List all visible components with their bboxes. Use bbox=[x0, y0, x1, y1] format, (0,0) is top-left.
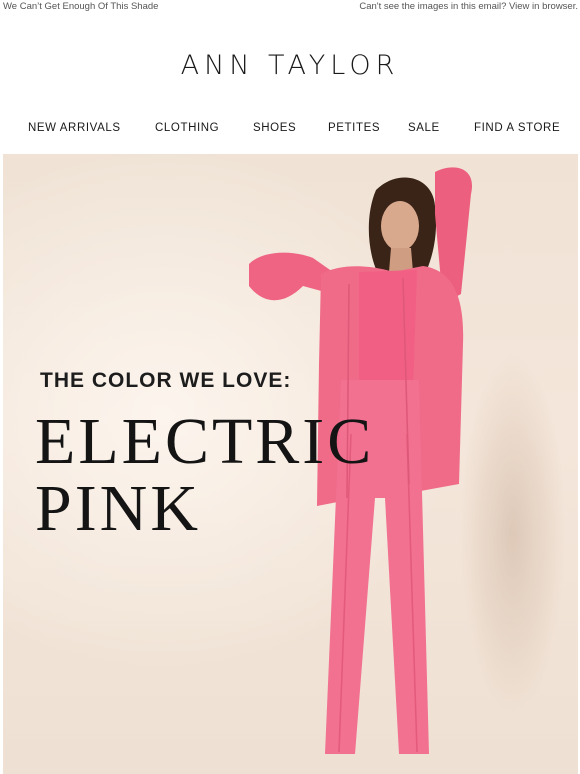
email-subject-text: We Can’t Get Enough Of This Shade bbox=[3, 1, 159, 12]
nav-item-shoes[interactable]: SHOES bbox=[253, 122, 296, 134]
preheader: We Can’t Get Enough Of This Shade Can't … bbox=[0, 0, 580, 14]
nav-item-sale[interactable]: SALE bbox=[408, 122, 440, 134]
brand-logo[interactable]: ANN TAYLOR bbox=[0, 50, 580, 81]
main-nav: NEW ARRIVALS CLOTHING SHOES PETITES SALE… bbox=[0, 122, 580, 138]
nav-item-clothing[interactable]: CLOTHING bbox=[155, 122, 219, 134]
hero-headline-line1: ELECTRIC bbox=[35, 405, 375, 478]
nav-item-find-a-store[interactable]: FIND A STORE bbox=[474, 122, 560, 134]
view-in-browser-link[interactable]: Can't see the images in this email? View… bbox=[359, 1, 578, 12]
hero-headline-line2: PINK bbox=[35, 472, 202, 545]
hero-banner[interactable]: THE COLOR WE LOVE: ELECTRIC PINK bbox=[3, 154, 578, 774]
nav-item-petites[interactable]: PETITES bbox=[328, 122, 380, 134]
hero-tagline: THE COLOR WE LOVE: bbox=[40, 369, 292, 392]
nav-item-new-arrivals[interactable]: NEW ARRIVALS bbox=[28, 122, 121, 134]
